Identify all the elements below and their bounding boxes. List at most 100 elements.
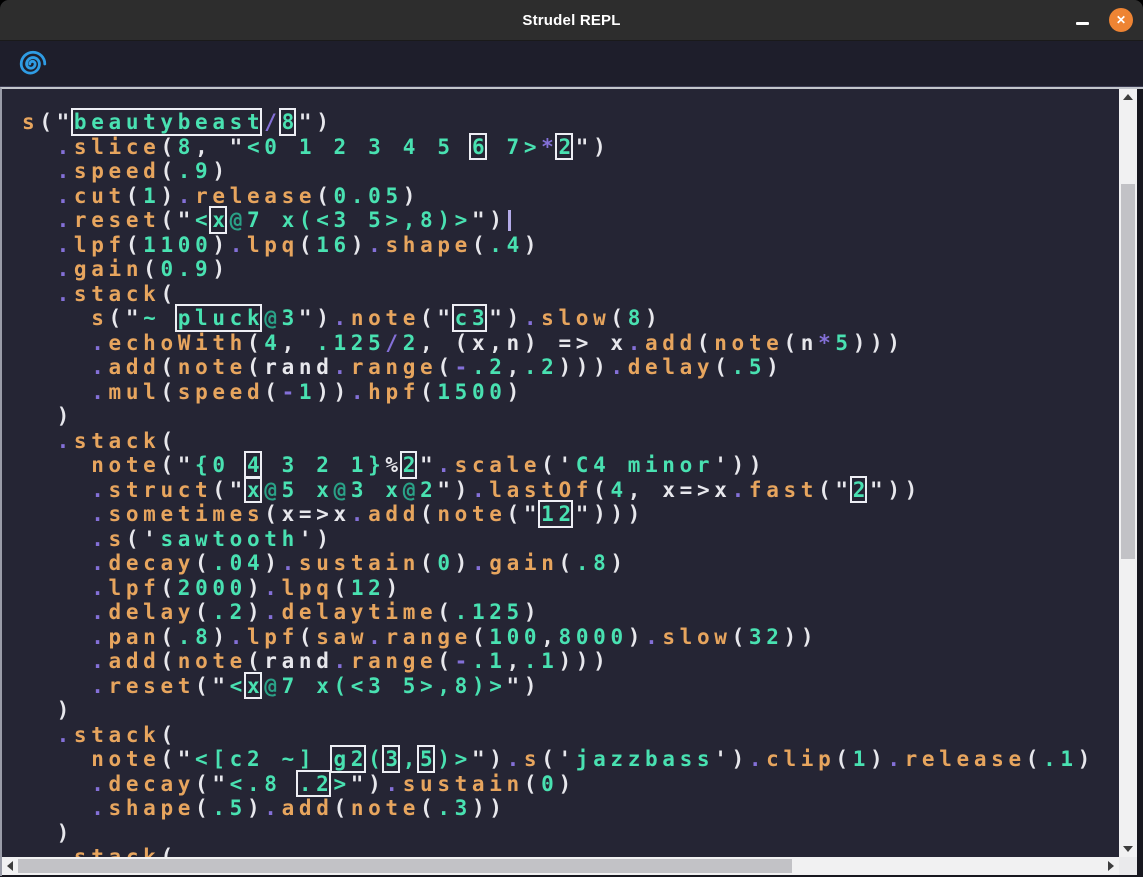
code-line[interactable]: ) [22,821,1119,846]
code-token [22,355,91,379]
window-title: Strudel REPL [0,12,1143,29]
vertical-scrollbar[interactable] [1119,89,1137,857]
code-token: . [628,331,645,355]
code-token: .2 [212,600,247,624]
horizontal-scroll-thumb[interactable] [18,859,792,873]
code-token: . [230,233,247,257]
code-line[interactable]: ) [22,698,1119,723]
code-token: .2 [524,355,559,379]
code-token: .8 [576,551,611,575]
code-token: note [91,453,160,477]
code-token: ( [524,772,541,796]
code-token: 8 [282,110,299,135]
code-token [22,576,91,600]
code-line[interactable]: .cut(1).release(0.05) [22,184,1119,209]
code-token: ( [714,355,731,379]
code-line[interactable]: .mul(speed(-1)).hpf(1500) [22,380,1119,405]
scroll-right-button[interactable] [1103,857,1119,875]
code-token: . [732,478,749,502]
code-line[interactable]: .stack( [22,429,1119,454]
minimize-button[interactable] [1071,9,1093,31]
code-line[interactable]: note("<[c2 ~] g2(3,5)>").s('jazzbass').c… [22,747,1119,772]
code-line[interactable]: .stack( [22,845,1119,857]
scroll-up-button[interactable] [1119,89,1137,105]
code-token: (x=>x [264,502,351,526]
left-arrow-icon [7,861,13,871]
code-token: ( [1026,747,1043,771]
code-line[interactable]: ) [22,404,1119,429]
code-token: ( [160,429,177,453]
code-token: ( [593,478,610,502]
code-token: ) [212,233,229,257]
code-line[interactable]: .shape(.5).add(note(.3)) [22,796,1119,821]
code-token: note [351,796,420,820]
code-line[interactable]: .lpf(1100).lpq(16).shape(.4) [22,233,1119,258]
code-line[interactable]: .speed(.9) [22,159,1119,184]
code-token: . [57,429,74,453]
code-token: . [57,184,74,208]
code-line[interactable]: note("{0 4 3 2 1}%2".scale('C4 minor')) [22,453,1119,478]
code-line[interactable]: .pan(.8).lpf(saw.range(100,8000).slow(32… [22,625,1119,650]
code-line[interactable]: .add(note(rand.range(-.1,.1))) [22,649,1119,674]
code-token: add [109,355,161,379]
code-token: 5 [420,747,437,772]
scroll-left-button[interactable] [2,857,18,875]
code-token: (" [39,110,74,134]
code-token: ( [143,257,160,281]
code-token: ') [714,747,749,771]
code-token: ( [160,355,177,379]
code-token: . [91,796,108,820]
code-token: (' [541,453,576,477]
code-line[interactable]: .gain(0.9) [22,257,1119,282]
code-token [22,306,91,330]
code-token: (" [195,772,230,796]
code-line[interactable]: .struct("x@5 x@3 x@2").lastOf(4, x=>x.fa… [22,478,1119,503]
code-token: 2 [403,453,420,478]
code-token: <.8 [230,772,299,796]
code-token: ( [195,551,212,575]
code-token: s [22,110,39,134]
code-token: decay [109,551,196,575]
code-token: .2 [299,772,334,797]
code-token: ( [732,625,749,649]
code-token [22,845,57,857]
code-line[interactable]: .add(note(rand.range(-.2,.2))).delay(.5) [22,355,1119,380]
code-line[interactable]: s("~ pluck@3").note("c3").slow(8) [22,306,1119,331]
code-token: ( [559,551,576,575]
code-token: ") [299,306,334,330]
code-token: 4 [264,331,281,355]
code-line[interactable]: .decay(.04).sustain(0).gain(.8) [22,551,1119,576]
code-token: . [368,625,385,649]
code-line[interactable]: .decay("<.8 .2>").sustain(0) [22,772,1119,797]
code-token [22,772,91,796]
code-token: (' [541,747,576,771]
code-line[interactable]: .stack( [22,723,1119,748]
code-editor[interactable]: s("beautybeast/8") .slice(8, "<0 1 2 3 4… [2,89,1119,857]
horizontal-scrollbar[interactable] [2,857,1119,875]
titlebar[interactable]: Strudel REPL ✕ [0,0,1143,41]
code-token: . [264,796,281,820]
code-line[interactable]: .reset("<x@7 x(<3 5>,8)>") [22,208,1119,233]
code-token: ( [835,747,852,771]
code-line[interactable]: .slice(8, "<0 1 2 3 4 5 6 7>*2") [22,135,1119,160]
code-line[interactable]: s("beautybeast/8") [22,110,1119,135]
code-line[interactable]: .sometimes(x=>x.add(note("12"))) [22,502,1119,527]
code-token: ( [160,723,177,747]
close-button[interactable]: ✕ [1109,8,1133,32]
code-line[interactable]: .s('sawtooth') [22,527,1119,552]
code-token: x [247,674,264,699]
minimize-icon [1076,22,1089,25]
code-token: range [351,355,438,379]
code-token [22,135,57,159]
code-token: . [91,355,108,379]
code-token [22,331,91,355]
code-line[interactable]: .stack( [22,282,1119,307]
scroll-down-button[interactable] [1119,841,1137,857]
code-line[interactable]: .lpf(2000).lpq(12) [22,576,1119,601]
code-line[interactable]: .delay(.2).delaytime(.125) [22,600,1119,625]
code-line[interactable]: .reset("<x@7 x(<3 5>,8)>") [22,674,1119,699]
code-line[interactable]: .echoWith(4, .125/2, (x,n) => x.add(note… [22,331,1119,356]
code-token: lpf [247,625,299,649]
vertical-scroll-thumb[interactable] [1121,184,1135,559]
strudel-logo-icon[interactable] [18,49,48,79]
